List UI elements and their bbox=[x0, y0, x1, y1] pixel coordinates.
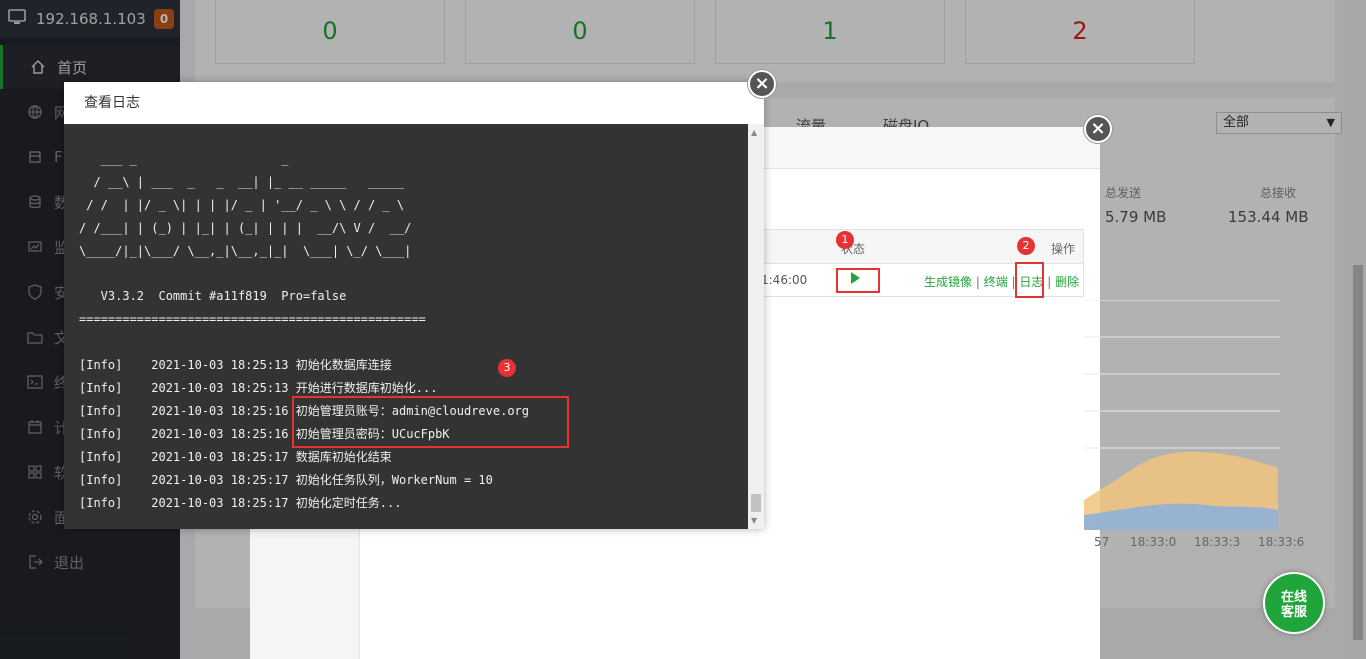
log-line: [Info] 2021-10-03 18:25:17 数据库初始化结束 bbox=[79, 450, 392, 464]
x-tick: 18:33:3 bbox=[1194, 535, 1241, 549]
delete-link[interactable]: 删除 bbox=[1055, 275, 1079, 289]
annotation-marker: 3 bbox=[498, 359, 516, 377]
log-scrollbar[interactable]: ▲ ▼ bbox=[748, 124, 764, 529]
highlight-box-credentials bbox=[292, 396, 569, 448]
scroll-up-icon[interactable]: ▲ bbox=[751, 128, 757, 137]
annotation-marker: 1 bbox=[836, 231, 854, 249]
log-output[interactable]: ___ _ _ / __\ | ___ _ _ __| |_ __ _____ … bbox=[64, 124, 748, 529]
log-line: [Info] 2021-10-03 18:25:17 初始化任务队列，Worke… bbox=[79, 473, 493, 487]
close-icon: × bbox=[754, 73, 770, 94]
traffic-chart bbox=[1084, 300, 1280, 530]
close-icon: × bbox=[1090, 118, 1106, 139]
annotation-marker: 2 bbox=[1017, 237, 1035, 255]
terminal-link[interactable]: 终端 bbox=[984, 275, 1008, 289]
row-actions: 生成镜像 | 终端 | 日志 | 删除 bbox=[924, 275, 1080, 289]
scroll-down-icon[interactable]: ▼ bbox=[751, 516, 757, 525]
close-log-dialog-button[interactable]: × bbox=[748, 70, 776, 98]
log-line: [Info] 2021-10-03 18:25:13 初始化数据库连接 bbox=[79, 358, 392, 372]
version-line: V3.3.2 Commit #a11f819 Pro=false bbox=[79, 289, 347, 303]
x-tick: 18:33:6 bbox=[1258, 535, 1305, 549]
x-tick: 57 bbox=[1094, 535, 1110, 549]
separator-line: ========================================… bbox=[79, 312, 426, 326]
col-ops: 操作 bbox=[1051, 242, 1076, 256]
log-line: [Info] 2021-10-03 18:25:17 初始化定时任务... bbox=[79, 496, 402, 510]
log-scrollbar-thumb[interactable] bbox=[751, 494, 761, 512]
close-container-dialog-button[interactable]: × bbox=[1084, 115, 1112, 143]
x-tick: 18:33:0 bbox=[1130, 535, 1177, 549]
log-dialog-title: 查看日志 bbox=[64, 82, 764, 124]
highlight-box-log bbox=[1015, 262, 1044, 298]
online-service-button[interactable]: 在线 客服 bbox=[1263, 572, 1325, 634]
create-image-link[interactable]: 生成镜像 bbox=[924, 275, 972, 289]
log-dialog: 查看日志 ___ _ _ / __\ | ___ _ _ __| |_ __ _… bbox=[64, 82, 764, 529]
ascii-art-banner: ___ _ _ / __\ | ___ _ _ __| |_ __ _____ … bbox=[79, 152, 412, 258]
container-time: 1:46:00 bbox=[761, 273, 808, 287]
highlight-box-status bbox=[836, 268, 880, 293]
